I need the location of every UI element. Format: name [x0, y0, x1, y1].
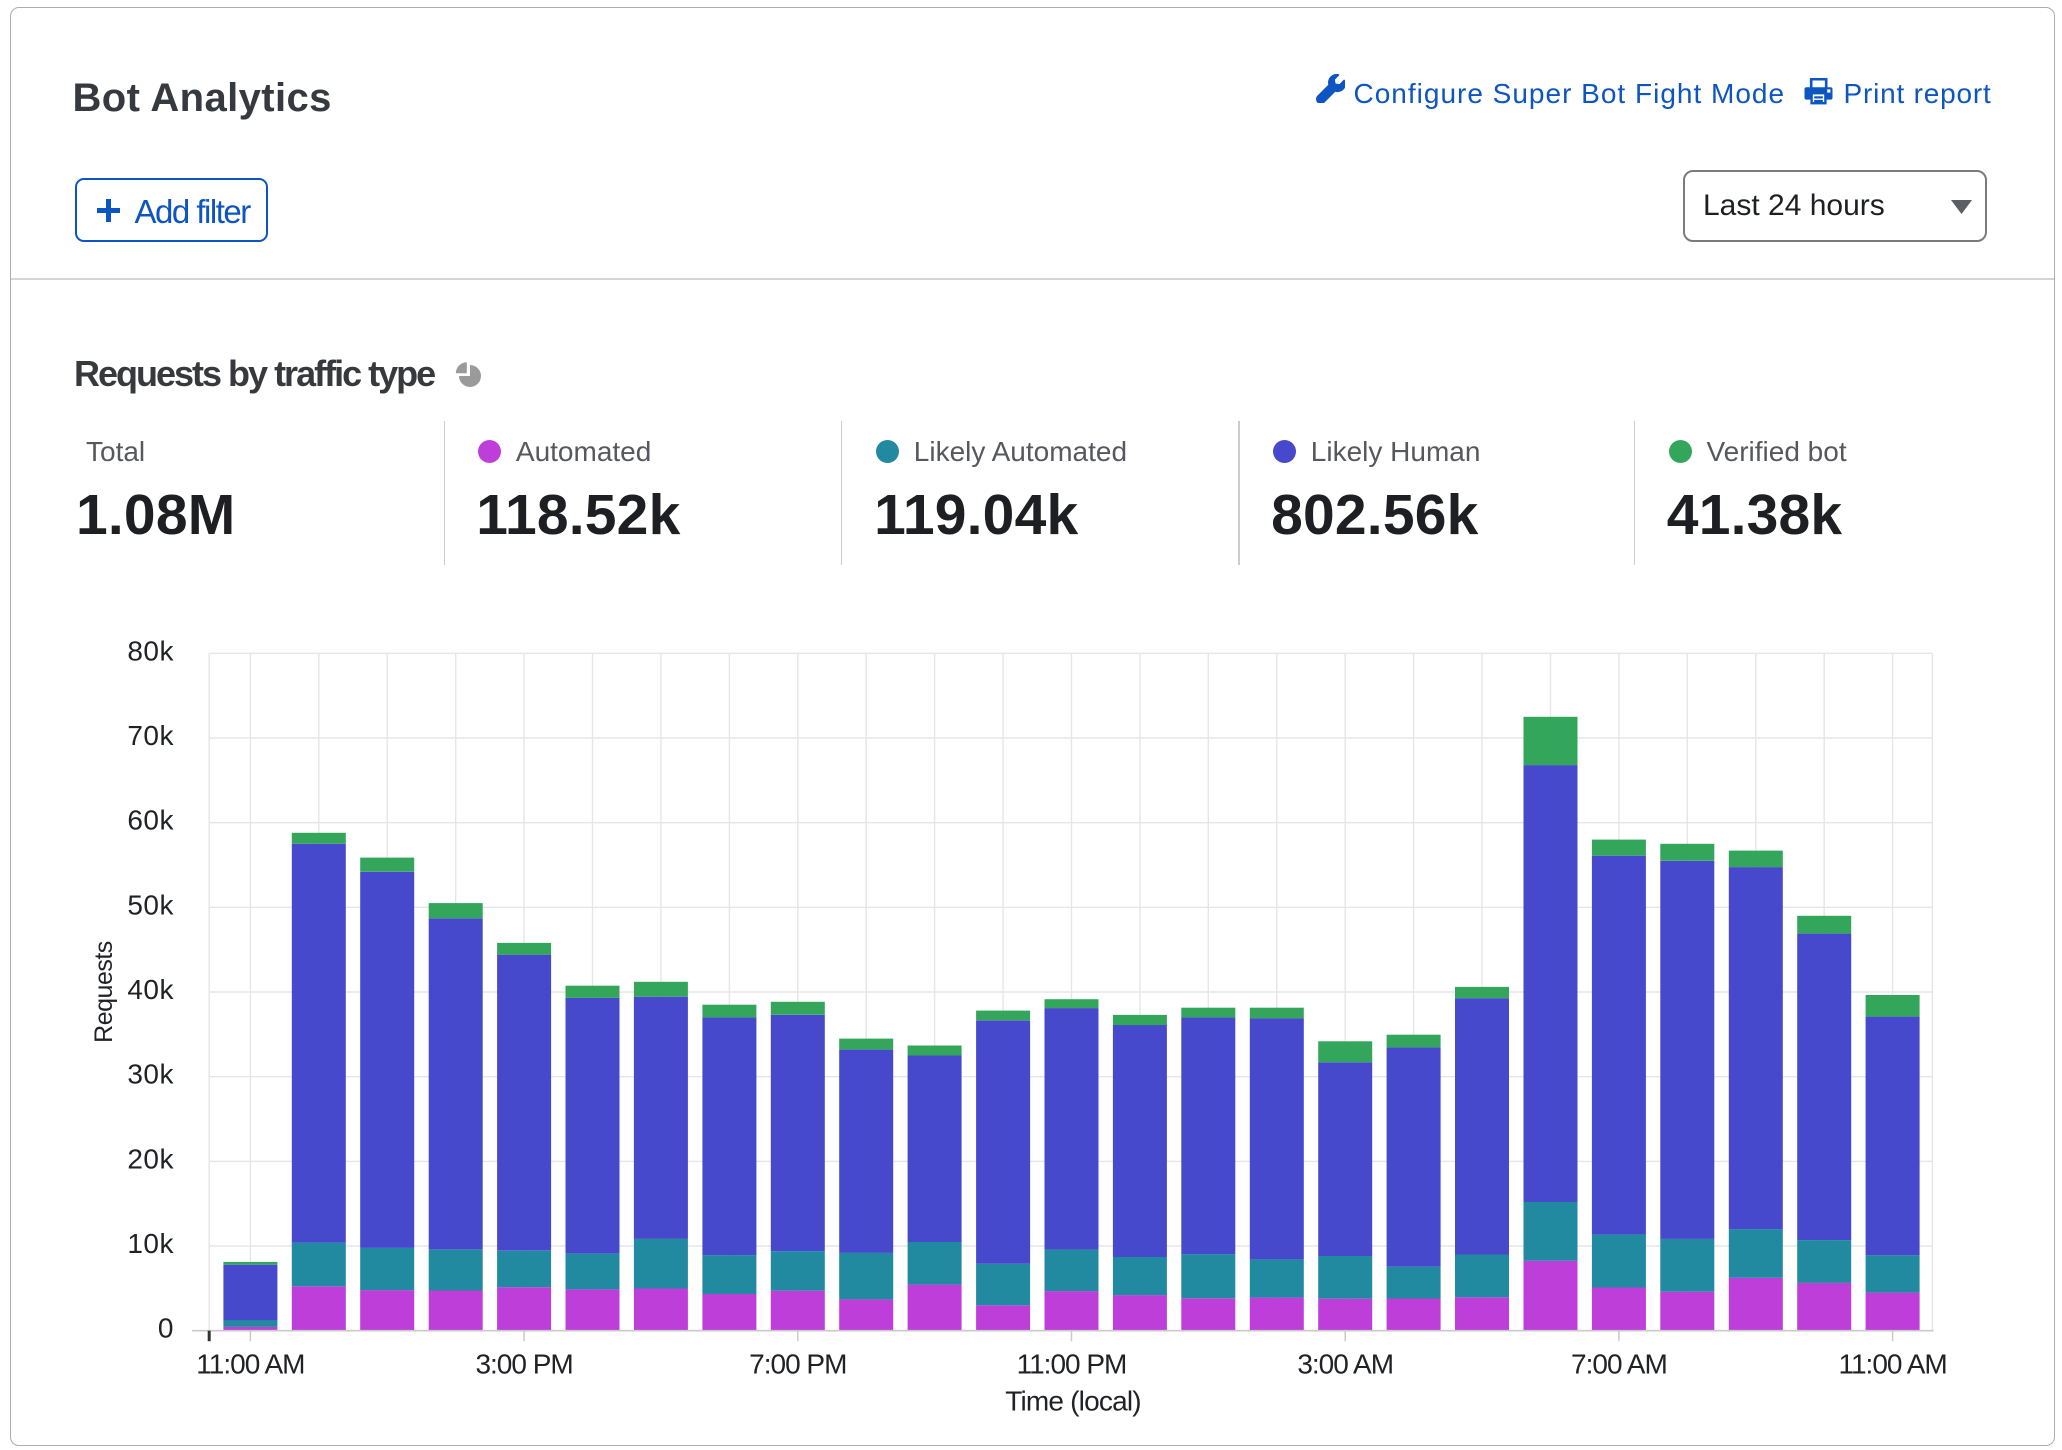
svg-text:3:00 PM: 3:00 PM — [475, 1348, 572, 1379]
svg-text:80k: 80k — [127, 635, 174, 666]
svg-text:50k: 50k — [127, 889, 174, 920]
svg-text:0: 0 — [158, 1313, 174, 1344]
svg-text:11:00 AM: 11:00 AM — [1838, 1348, 1946, 1379]
svg-text:7:00 PM: 7:00 PM — [749, 1348, 846, 1379]
svg-text:40k: 40k — [127, 974, 174, 1005]
svg-text:7:00 AM: 7:00 AM — [1571, 1348, 1667, 1379]
svg-text:11:00 AM: 11:00 AM — [196, 1348, 304, 1379]
svg-text:60k: 60k — [127, 805, 174, 836]
svg-text:10k: 10k — [127, 1228, 174, 1259]
svg-text:30k: 30k — [127, 1059, 174, 1090]
svg-text:20k: 20k — [127, 1143, 174, 1174]
svg-text:Requests: Requests — [90, 941, 118, 1043]
svg-text:3:00 AM: 3:00 AM — [1297, 1348, 1393, 1379]
svg-text:Time (local): Time (local) — [1005, 1386, 1141, 1417]
svg-text:11:00 PM: 11:00 PM — [1017, 1348, 1127, 1379]
svg-text:70k: 70k — [127, 720, 174, 751]
